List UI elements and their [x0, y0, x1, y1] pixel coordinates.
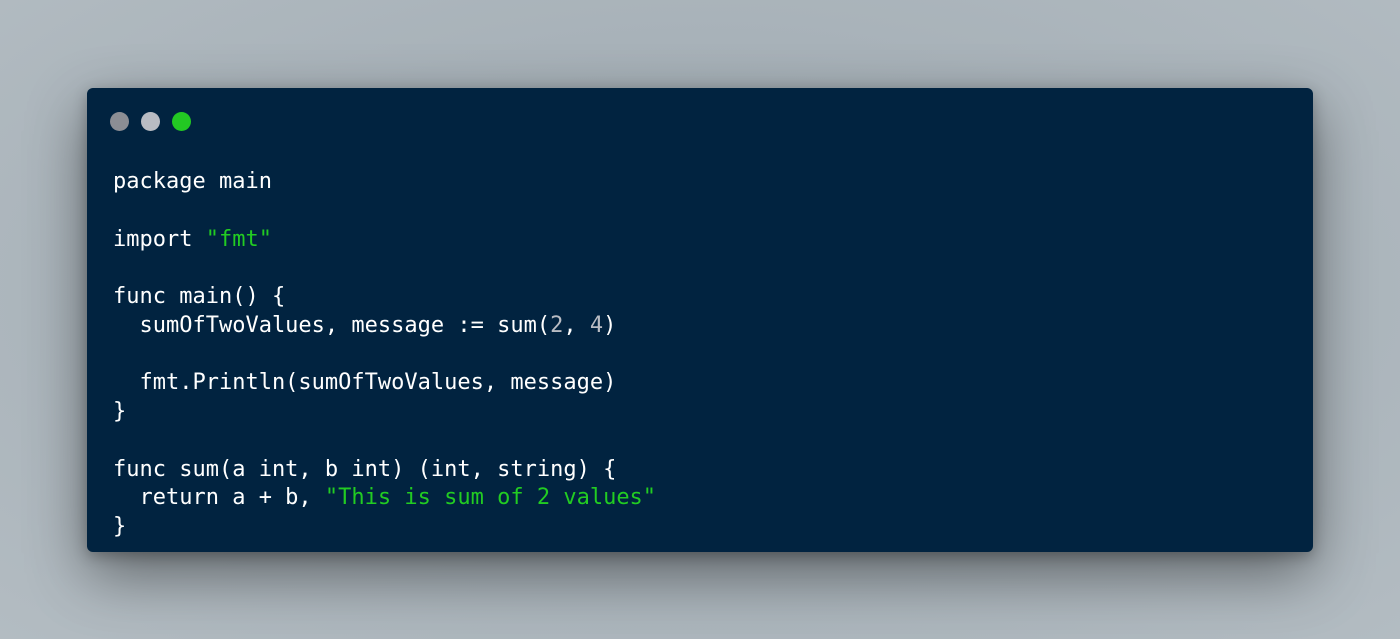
code-number: 4	[589, 312, 604, 338]
close-button[interactable]	[110, 112, 129, 131]
code-line: sumOfTwoValues, message := sum(2, 4)	[113, 312, 656, 341]
code-text: return a + b,	[113, 485, 325, 511]
code-line: func sum(a int, b int) (int, string) {	[113, 456, 656, 485]
code-text: fmt.Println(sumOfTwoValues, message)	[113, 370, 617, 396]
code-text: func sum(a int, b int) (int, string) {	[113, 456, 617, 482]
code-line: package main	[113, 168, 656, 197]
window-controls	[110, 112, 191, 131]
code-text: func main() {	[113, 284, 286, 309]
code-text: import	[113, 226, 206, 252]
code-text: )	[603, 312, 617, 338]
code-line: func main() {	[113, 283, 656, 312]
code-line: }	[113, 513, 656, 542]
code-line: }	[113, 398, 656, 427]
code-text: sumOfTwoValues, message := sum(	[113, 312, 551, 338]
code-text: }	[113, 399, 127, 424]
code-line: fmt.Println(sumOfTwoValues, message)	[113, 369, 656, 398]
code-line: return a + b, "This is sum of 2 values"	[113, 484, 656, 513]
code-block: package main import "fmt" func main() { su…	[113, 168, 656, 542]
code-text: package main	[113, 169, 272, 194]
minimize-button[interactable]	[141, 112, 160, 131]
code-string: "fmt"	[205, 226, 272, 252]
code-number: 2	[550, 312, 564, 338]
code-line: import "fmt"	[113, 226, 656, 255]
code-window: package main import "fmt" func main() { su…	[87, 88, 1313, 552]
code-string: "This is sum of 2 values"	[324, 485, 657, 511]
code-text: }	[113, 514, 127, 539]
zoom-button[interactable]	[172, 112, 191, 131]
code-text: ,	[563, 312, 590, 338]
